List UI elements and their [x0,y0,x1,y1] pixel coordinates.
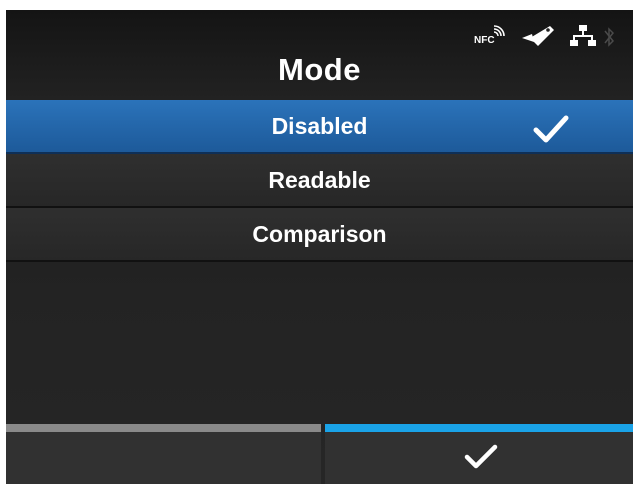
option-readable[interactable]: Readable [6,154,633,208]
option-label: Readable [268,167,371,193]
option-disabled[interactable]: Disabled [6,100,633,154]
mode-options-list: Disabled Readable Comparison [6,100,633,262]
confirm-button[interactable] [325,424,633,484]
network-icon [570,24,596,48]
check-icon [533,110,569,143]
option-label: Comparison [252,221,387,247]
nfc-icon: NFC [474,24,508,48]
back-button[interactable] [6,424,321,484]
tag-icon [520,24,556,50]
bluetooth-icon [604,24,615,50]
screen: Mode NFC Disabled Readable Comparison [6,10,633,484]
header: Mode NFC [6,10,633,100]
footer [6,424,633,484]
page-title: Mode [278,52,361,87]
option-label: Disabled [271,113,368,139]
check-icon [463,444,499,470]
svg-text:NFC: NFC [474,35,495,46]
option-comparison[interactable]: Comparison [6,208,633,262]
